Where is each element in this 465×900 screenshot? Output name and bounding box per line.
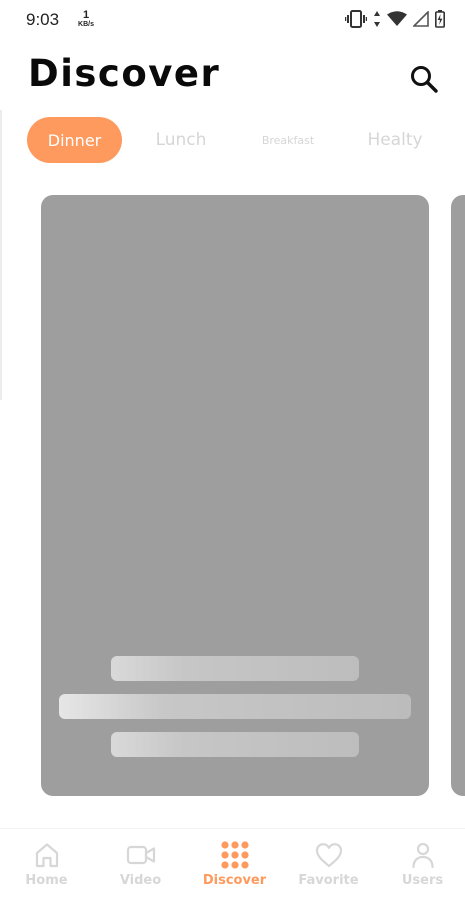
skeleton-line	[59, 694, 411, 719]
user-icon	[411, 842, 434, 869]
status-time: 9:03	[26, 10, 60, 29]
tab-lunch[interactable]: Lunch	[150, 117, 212, 163]
wifi-icon	[387, 11, 407, 26]
nav-home-label: Home	[25, 873, 68, 888]
tab-breakfast[interactable]: Breakfast	[252, 117, 324, 163]
signal-icon	[413, 11, 429, 27]
grid-dots-icon	[220, 841, 249, 869]
home-icon	[35, 843, 58, 868]
nav-favorite-label: Favorite	[298, 873, 359, 888]
skeleton-line	[111, 732, 359, 757]
nav-video[interactable]: Video	[94, 841, 187, 888]
category-tabs: Dinner Lunch Breakfast Healty	[0, 117, 465, 163]
nav-video-label: Video	[119, 873, 162, 888]
page-title: Discover	[28, 52, 221, 95]
network-speed-unit: KB/s	[78, 21, 94, 28]
tab-dinner[interactable]: Dinner	[27, 117, 122, 163]
skeleton-line	[111, 656, 359, 681]
status-bar: 9:03 1 KB/s	[0, 0, 465, 40]
status-icons	[345, 9, 445, 29]
battery-icon	[435, 10, 445, 28]
nav-home[interactable]: Home	[0, 841, 93, 888]
nav-discover[interactable]: Discover	[188, 841, 281, 888]
nav-users[interactable]: Users	[376, 841, 465, 888]
vibrate-icon	[345, 10, 367, 28]
next-card-placeholder[interactable]	[451, 195, 465, 796]
heart-icon	[315, 843, 342, 868]
network-speed-value: 1	[82, 9, 90, 21]
data-arrows-icon	[374, 11, 380, 27]
network-speed: 1 KB/s	[75, 9, 97, 29]
recipe-card-placeholder[interactable]	[41, 195, 429, 796]
search-button[interactable]	[408, 63, 440, 95]
edge-divider	[0, 110, 2, 400]
bottom-nav: Home Video Discover Favorite Users	[0, 828, 465, 900]
tab-healty[interactable]: Healty	[364, 117, 426, 163]
video-icon	[126, 845, 155, 865]
nav-users-label: Users	[401, 873, 444, 888]
search-icon	[411, 66, 438, 93]
nav-favorite[interactable]: Favorite	[282, 841, 375, 888]
nav-discover-label: Discover	[202, 873, 267, 888]
